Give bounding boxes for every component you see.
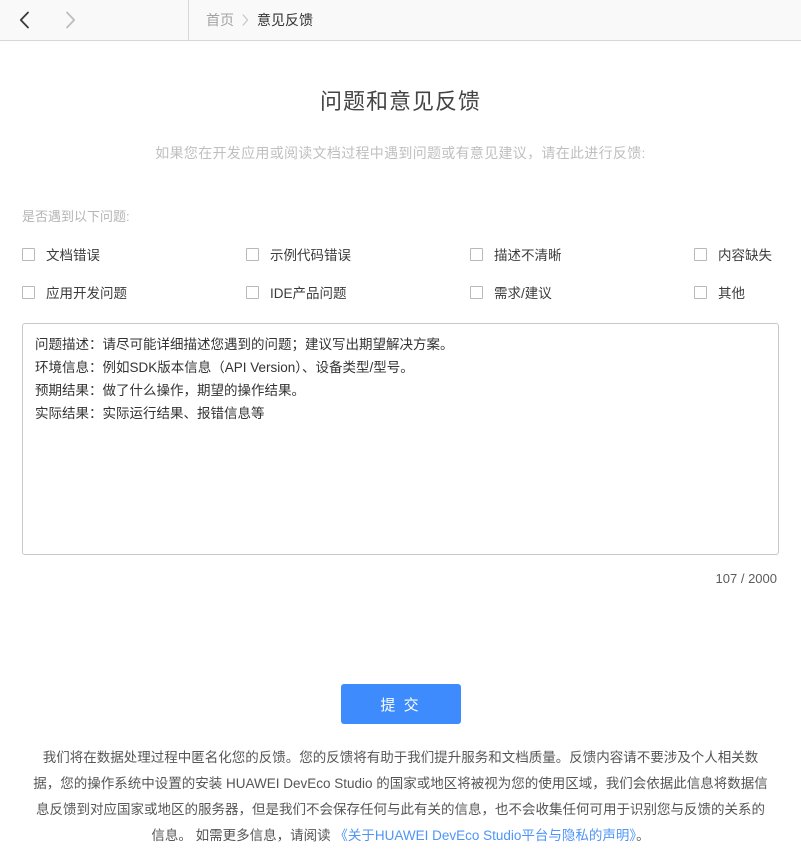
chevron-right-icon — [65, 11, 76, 29]
checkbox-label: 内容缺失 — [718, 248, 772, 263]
checkbox-label: 应用开发问题 — [46, 286, 127, 301]
checkbox-item-doc-error[interactable]: 文档错误 — [22, 244, 246, 264]
privacy-statement: 我们将在数据处理过程中匿名化您的反馈。您的反馈将有助于我们提升服务和文档质量。反… — [22, 724, 779, 849]
checkbox-label: IDE产品问题 — [270, 286, 347, 301]
checkbox-item-other[interactable]: 其他 — [694, 282, 801, 302]
breadcrumb-item-current: 意见反馈 — [257, 12, 313, 28]
checkbox-box[interactable] — [470, 285, 483, 299]
page-description: 如果您在开发应用或阅读文档过程中遇到问题或有意见建议，请在此进行反馈: — [155, 145, 646, 161]
page-title: 问题和意见反馈 — [319, 89, 481, 114]
forward-button[interactable] — [50, 0, 90, 40]
checkbox-item-sample-code-error[interactable]: 示例代码错误 — [246, 244, 470, 264]
checkbox-label: 文档错误 — [46, 248, 100, 263]
checkbox-label: 描述不清晰 — [494, 248, 562, 263]
checkbox-box[interactable] — [22, 247, 35, 261]
feedback-input-area: 107 / 2000 — [22, 302, 779, 586]
checkbox-item-app-dev-issue[interactable]: 应用开发问题 — [22, 282, 246, 302]
character-counter: 107 / 2000 — [715, 571, 777, 586]
checkbox-label: 示例代码错误 — [270, 248, 351, 263]
checkbox-box[interactable] — [694, 285, 707, 299]
chevron-left-icon — [19, 11, 30, 29]
top-navigation-bar: 首页 意见反馈 — [0, 0, 801, 41]
checkbox-box[interactable] — [246, 247, 259, 261]
feedback-textarea[interactable] — [22, 323, 779, 555]
checkbox-item-unclear-description[interactable]: 描述不清晰 — [470, 244, 694, 264]
privacy-text-suffix: 。 — [636, 828, 650, 843]
breadcrumb-item-home[interactable]: 首页 — [206, 10, 234, 30]
checkbox-box[interactable] — [22, 285, 35, 299]
issue-type-checkbox-group: 文档错误 示例代码错误 描述不清晰 内容缺失 应用开发问题 IDE产品问题 需求… — [22, 225, 779, 302]
checkbox-box[interactable] — [246, 285, 259, 299]
breadcrumb: 首页 意见反馈 — [189, 0, 313, 40]
checkbox-box[interactable] — [470, 247, 483, 261]
chevron-right-icon — [242, 14, 249, 26]
checkbox-label: 需求/建议 — [494, 286, 552, 301]
checkbox-box[interactable] — [694, 247, 707, 261]
checkbox-item-missing-content[interactable]: 内容缺失 — [694, 244, 801, 264]
checkbox-item-ide-product-issue[interactable]: IDE产品问题 — [246, 282, 470, 302]
submit-row: 提 交 — [22, 586, 779, 724]
checkbox-item-requirement-suggestion[interactable]: 需求/建议 — [470, 282, 694, 302]
back-button[interactable] — [4, 0, 44, 40]
checkbox-section-label: 是否遇到以下问题: — [22, 209, 130, 224]
submit-button[interactable]: 提 交 — [340, 684, 461, 724]
checkbox-label: 其他 — [718, 286, 745, 301]
privacy-statement-link[interactable]: 《关于HUAWEI DevEco Studio平台与隐私的声明》 — [334, 828, 636, 843]
feedback-page: 问题和意见反馈 如果您在开发应用或阅读文档过程中遇到问题或有意见建议，请在此进行… — [0, 41, 801, 849]
navigation-buttons — [0, 0, 189, 40]
